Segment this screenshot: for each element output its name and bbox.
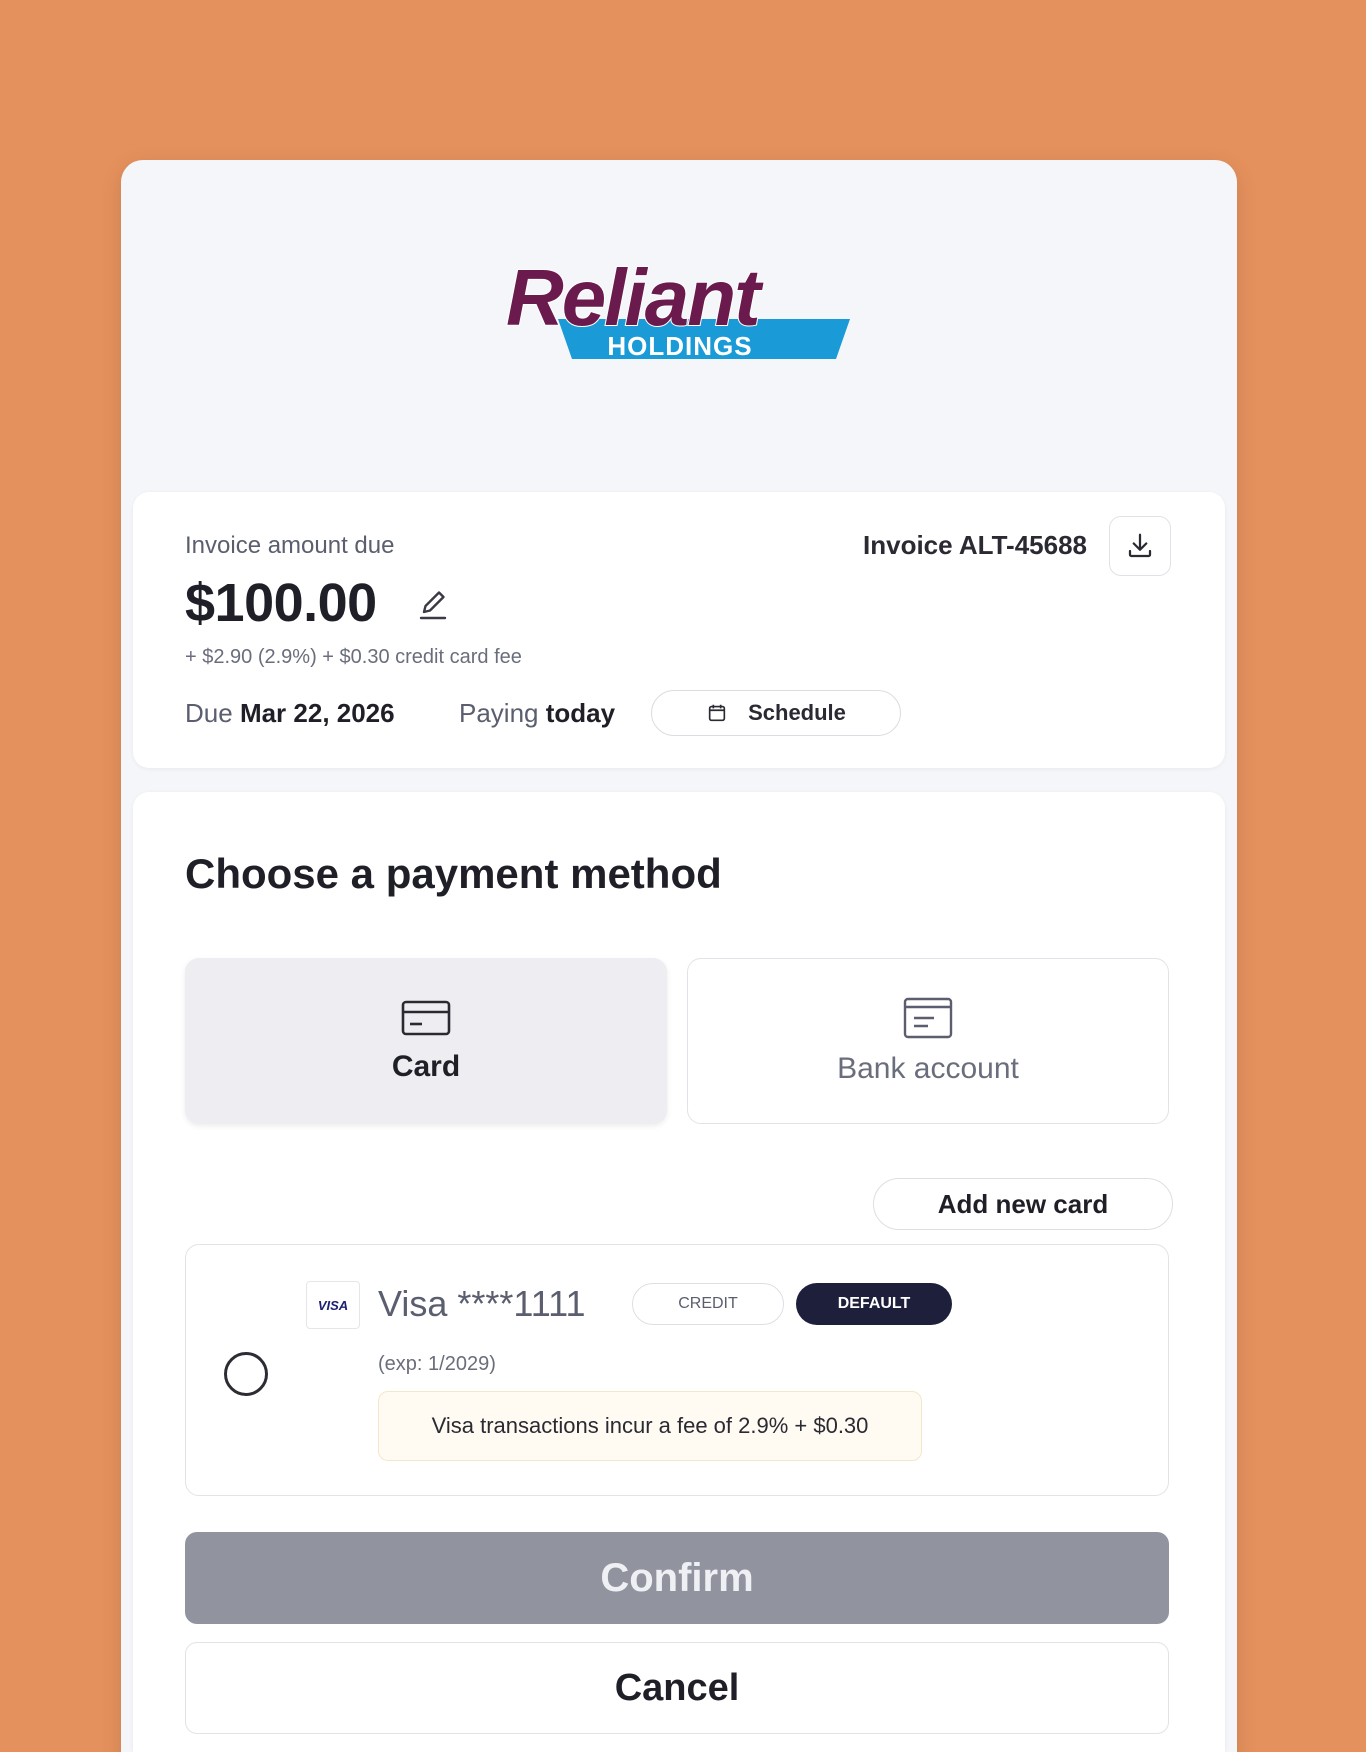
paying-text: Paying today <box>459 698 615 729</box>
add-new-card-button[interactable]: Add new card <box>873 1178 1173 1230</box>
card-type-badge: CREDIT <box>632 1283 784 1325</box>
visa-logo: VISA <box>306 1281 360 1329</box>
reliant-holdings-logo: HOLDINGS Reliant <box>505 255 850 361</box>
due-date-value: Mar 22, 2026 <box>239 698 395 728</box>
due-prefix: Due <box>185 698 233 728</box>
cancel-button[interactable]: Cancel <box>185 1642 1169 1734</box>
confirm-button[interactable]: Confirm <box>185 1532 1169 1624</box>
paying-when: today <box>545 698 616 728</box>
credit-card-icon <box>401 1000 451 1036</box>
card-expiry: (exp: 1/2029) <box>378 1353 496 1375</box>
saved-card-radio[interactable] <box>224 1352 268 1396</box>
default-badge: DEFAULT <box>796 1283 952 1325</box>
due-date-text: Due Mar 22, 2026 <box>185 698 395 729</box>
invoice-number: Invoice ALT-45688 <box>863 530 1087 560</box>
schedule-button[interactable]: Schedule <box>651 690 901 736</box>
amount-due-label: Invoice amount due <box>185 532 395 559</box>
method-bank-label: Bank account <box>837 1052 1019 1085</box>
saved-card-option[interactable]: VISA Visa ****1111 CREDIT DEFAULT (exp: … <box>185 1244 1169 1496</box>
amount-due-value: $100.00 <box>185 573 377 633</box>
download-invoice-button[interactable] <box>1109 516 1171 576</box>
payment-method-card: Choose a payment method Card Bank accoun… <box>133 792 1225 1752</box>
schedule-label: Schedule <box>748 700 846 725</box>
calendar-icon <box>708 704 726 722</box>
invoice-summary-card: Invoice amount due $100.00 + $2.90 (2.9%… <box>133 492 1225 768</box>
card-fee-text: + $2.90 (2.9%) + $0.30 credit card fee <box>185 646 522 668</box>
method-card-tab[interactable]: Card <box>185 958 667 1124</box>
saved-card-name: Visa ****1111 <box>378 1283 586 1324</box>
method-bank-tab[interactable]: Bank account <box>687 958 1169 1124</box>
download-icon <box>1128 533 1152 558</box>
card-fee-note: Visa transactions incur a fee of 2.9% + … <box>378 1391 922 1461</box>
payment-method-title: Choose a payment method <box>185 850 722 897</box>
paying-prefix: Paying <box>459 698 539 728</box>
svg-text:Reliant: Reliant <box>506 255 764 342</box>
method-card-label: Card <box>391 1050 461 1083</box>
pencil-icon[interactable] <box>415 588 451 624</box>
bank-icon <box>903 997 953 1039</box>
